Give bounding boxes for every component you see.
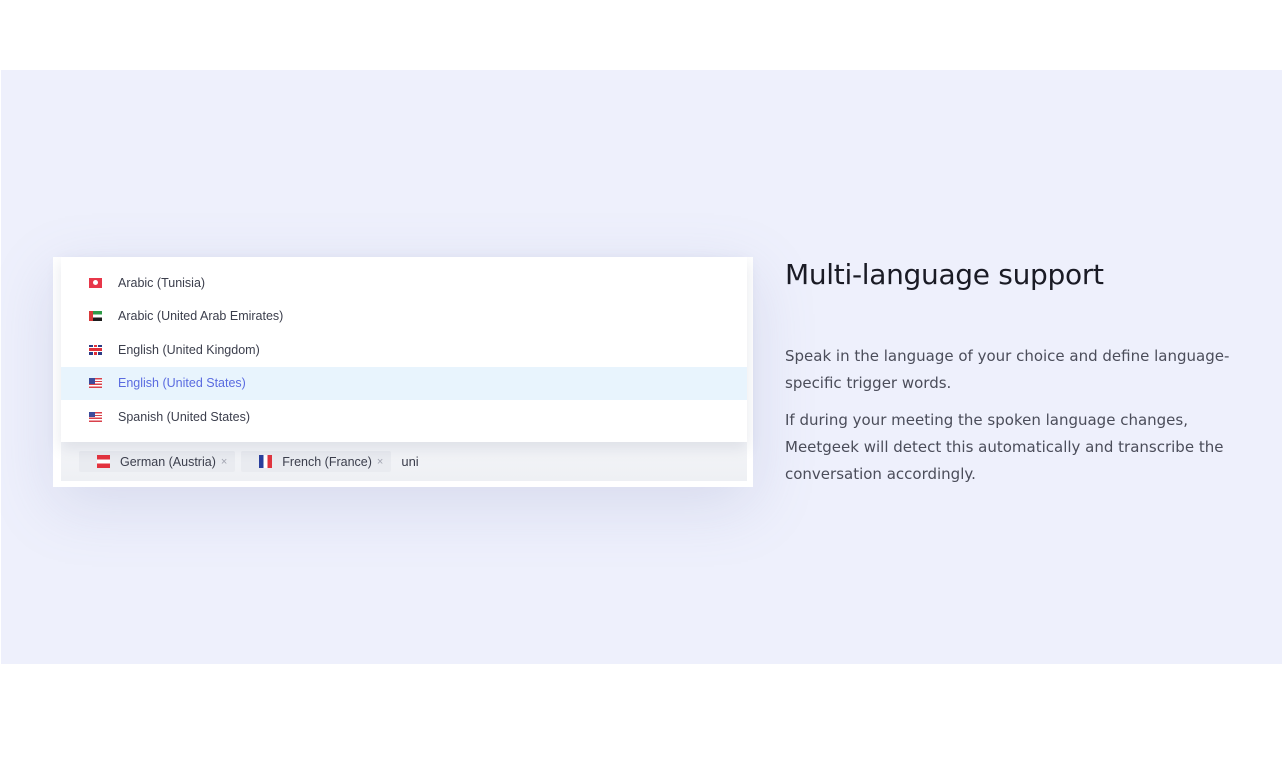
us-flag-icon bbox=[89, 411, 102, 422]
us-flag-icon bbox=[89, 378, 102, 389]
language-dropdown: Arabic (Tunisia) Arabic (United Arab Emi… bbox=[61, 257, 747, 442]
search-text[interactable]: uni bbox=[401, 454, 418, 469]
language-multiselect-input[interactable]: German (Austria) × French (France) × uni bbox=[61, 442, 747, 481]
feature-paragraph: Speak in the language of your choice and… bbox=[785, 347, 1230, 392]
selected-language-chip: German (Austria) × bbox=[79, 451, 236, 472]
language-option-selected[interactable]: English (United States) bbox=[61, 366, 747, 400]
uae-flag-icon bbox=[89, 311, 102, 322]
tunisia-flag-icon bbox=[89, 277, 102, 288]
chip-label: German (Austria) bbox=[120, 454, 216, 469]
language-option-label: Spanish (United States) bbox=[118, 409, 251, 424]
feature-paragraph: If during your meeting the spoken langua… bbox=[785, 411, 1224, 483]
language-option[interactable]: Arabic (United Arab Emirates) bbox=[61, 300, 747, 334]
language-option[interactable]: Spanish (United States) bbox=[61, 400, 747, 434]
selected-language-chip: French (France) × bbox=[241, 451, 392, 472]
language-option-label: English (United States) bbox=[118, 376, 246, 391]
language-option-label: Arabic (Tunisia) bbox=[118, 275, 206, 290]
language-option-label: English (United Kingdom) bbox=[118, 342, 260, 357]
feature-title: Multi-language support bbox=[785, 258, 1104, 291]
chip-label: French (France) bbox=[282, 454, 372, 469]
language-option-label: Arabic (United Arab Emirates) bbox=[118, 309, 284, 324]
language-option[interactable]: Arabic (Tunisia) bbox=[61, 266, 747, 300]
austria-flag-icon bbox=[97, 455, 110, 468]
chip-remove-icon[interactable]: × bbox=[221, 456, 227, 468]
language-option[interactable]: English (United Kingdom) bbox=[61, 333, 747, 367]
chip-remove-icon[interactable]: × bbox=[377, 456, 383, 468]
uk-flag-icon bbox=[89, 344, 102, 355]
france-flag-icon bbox=[259, 455, 273, 468]
language-picker-card: Arabic (Tunisia) Arabic (United Arab Emi… bbox=[53, 257, 753, 487]
feature-description: Multi-language support Speak in the lang… bbox=[785, 256, 1255, 488]
